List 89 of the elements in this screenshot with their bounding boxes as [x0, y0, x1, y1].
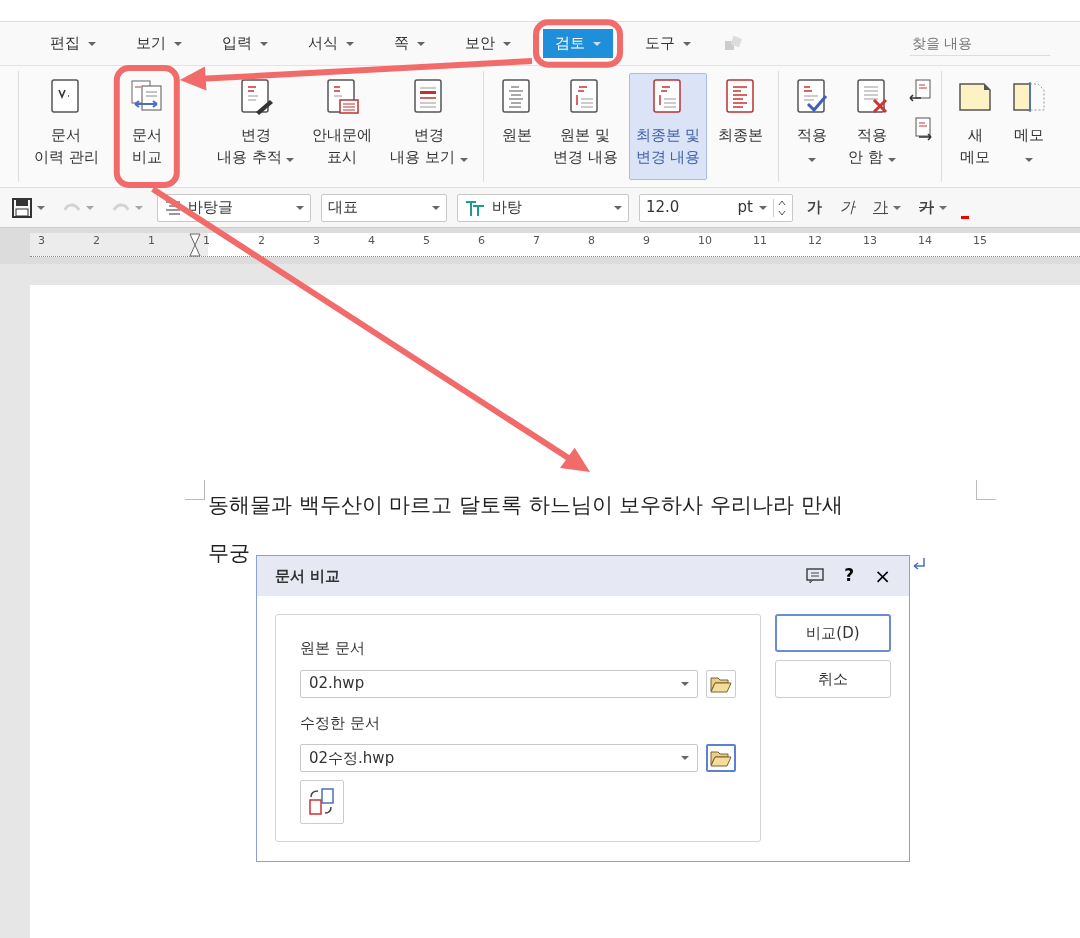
previous-change-icon[interactable] — [907, 79, 934, 103]
ruler-number: 12 — [807, 233, 823, 249]
ruler-number: 15 — [972, 233, 988, 249]
ribbon-button[interactable]: 새 메모 — [950, 73, 1001, 180]
caret-icon — [296, 205, 304, 210]
ribbon-button[interactable]: 변경 내용 추적 — [209, 73, 302, 180]
ruler-number: 10 — [697, 233, 713, 249]
caret-icon — [86, 205, 94, 210]
document-text: 동해물과 백두산이 마르고 달토록 하느님이 보우하사 우리나라 만새 — [208, 492, 843, 519]
caret-icon — [593, 41, 601, 46]
indent-marker-icon[interactable] — [189, 233, 201, 256]
ruler-number: 3 — [312, 233, 321, 249]
ribbon-button[interactable]: 적용 안 함 — [841, 73, 904, 180]
ruler-number: 4 — [367, 233, 376, 249]
format-button[interactable]: 가 — [803, 196, 826, 219]
ruler-number: 9 — [642, 233, 651, 249]
ruler-number: 8 — [587, 233, 596, 249]
ribbon-button[interactable]: 문서 이력 관리 — [27, 73, 106, 180]
ribbon-button[interactable]: 원본 — [491, 73, 542, 180]
ruler-number: 2 — [257, 233, 266, 249]
paragraph-mark-icon — [912, 557, 926, 571]
help-button[interactable]: ? — [838, 562, 861, 590]
page-corner-mark — [185, 480, 205, 500]
caret-icon — [681, 681, 689, 686]
ribbon-button[interactable]: 변경 내용 보기 — [383, 73, 475, 180]
caret-icon — [432, 205, 440, 210]
caret-icon — [174, 41, 182, 46]
format-button[interactable]: 가 — [915, 196, 951, 219]
page-corner-mark — [976, 480, 996, 500]
paragraph-style-icon — [164, 199, 182, 216]
format-button[interactable]: 가 — [836, 196, 859, 219]
caret-icon — [260, 41, 268, 46]
ruler-number: 6 — [477, 233, 486, 249]
menu-tab[interactable]: 도구 — [637, 29, 699, 58]
caret-icon — [417, 41, 425, 46]
menu-tab[interactable]: 입력 — [214, 29, 276, 58]
ruler-number: 1 — [147, 233, 156, 249]
close-button[interactable]: × — [868, 565, 897, 587]
swap-documents-icon — [307, 787, 337, 817]
format-button[interactable]: 가 — [869, 196, 905, 219]
open-folder-button[interactable] — [706, 669, 736, 698]
menu-tab[interactable]: 보안 — [457, 29, 519, 58]
ruler-number: 5 — [422, 233, 431, 249]
dialog-title: 문서 비교 — [275, 565, 342, 587]
font-size-field[interactable]: 12.0 pt — [639, 193, 793, 222]
ribbon-button[interactable]: 원본 및 변경 내용 — [545, 73, 625, 180]
ribbon-button[interactable]: 문서 비교 — [121, 73, 172, 180]
ribbon-button[interactable]: 메모 — [1004, 73, 1055, 180]
style-set-dropdown[interactable]: 대표 — [321, 193, 447, 222]
dialog-button[interactable]: 비교(D) — [775, 614, 891, 652]
ruler-number: 2 — [92, 233, 101, 249]
ruler-number: 13 — [862, 233, 878, 249]
caret-icon — [37, 205, 45, 210]
swap-documents-button[interactable] — [300, 780, 344, 824]
font-dropdown[interactable]: 바탕 — [457, 193, 629, 222]
ribbon-button[interactable]: 최종본 — [711, 73, 771, 180]
ruler-number: 3 — [37, 233, 46, 249]
caret-icon — [759, 205, 767, 210]
caret-icon — [614, 205, 622, 210]
caret-icon — [683, 41, 691, 46]
ribbon-button[interactable]: 적용 — [787, 73, 838, 180]
ruler-number: 1 — [202, 233, 211, 249]
style-dropdown[interactable]: 바탕글 — [157, 193, 311, 222]
ruler-number: 7 — [532, 233, 541, 249]
spinner-icon[interactable] — [773, 198, 786, 217]
toggle-icon — [723, 34, 745, 53]
caret-icon — [346, 41, 354, 46]
field-label: 원본 문서 — [300, 638, 366, 659]
file-combo-box[interactable]: 02수정.hwp — [300, 744, 698, 772]
caret-icon — [135, 205, 143, 210]
document-text: 무궁 — [208, 540, 250, 567]
font-icon — [464, 198, 486, 217]
ribbon-button[interactable]: 안내문에 표시 — [305, 73, 380, 180]
search-field[interactable]: 찾을 내용 — [910, 31, 1050, 56]
ribbon-button[interactable]: 최종본 및 변경 내용 — [628, 73, 708, 180]
menu-tab[interactable]: 보기 — [128, 29, 190, 58]
menu-tab[interactable]: 쪽 — [386, 29, 433, 58]
caret-icon — [681, 756, 689, 760]
menu-tab[interactable]: 편집 — [42, 29, 104, 58]
dialog-button[interactable]: 취소 — [775, 660, 891, 698]
open-folder-button[interactable] — [706, 744, 736, 772]
comment-icon[interactable] — [806, 568, 825, 584]
file-combo-box[interactable]: 02.hwp — [300, 669, 698, 698]
field-label: 수정한 문서 — [300, 712, 381, 734]
ruler-number: 14 — [917, 233, 933, 249]
menu-tab[interactable]: 서식 — [300, 29, 362, 58]
caret-icon — [88, 41, 96, 46]
ruler-number: 11 — [752, 233, 768, 249]
caret-icon — [503, 41, 511, 46]
